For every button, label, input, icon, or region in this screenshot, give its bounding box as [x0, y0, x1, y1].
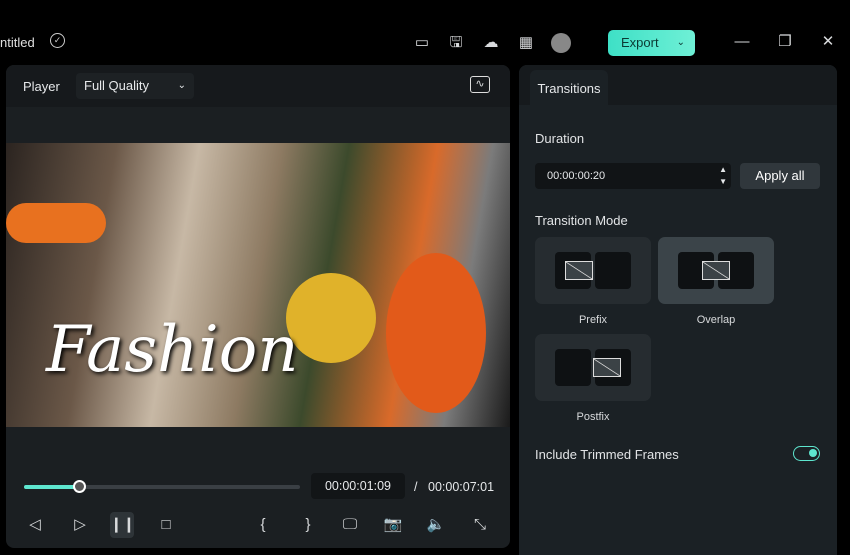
next-frame-icon[interactable]: ▷	[70, 515, 90, 535]
mode-prefix[interactable]	[535, 237, 651, 304]
mode-postfix[interactable]	[535, 334, 651, 401]
grid-icon[interactable]: ▦	[516, 33, 536, 53]
duration-input[interactable]: 00:00:00:20 ▲ ▼	[535, 163, 731, 189]
project-title: ntitled	[0, 35, 35, 50]
stepper-icon[interactable]: ▲ ▼	[719, 163, 727, 188]
mode-overlap[interactable]	[658, 237, 774, 304]
quality-value: Full Quality	[84, 78, 150, 93]
video-title-text: Fashion	[46, 313, 299, 387]
cloud-upload-icon[interactable]: ☁	[481, 33, 501, 53]
include-trimmed-label: Include Trimmed Frames	[535, 447, 679, 462]
avatar-icon[interactable]	[551, 33, 571, 53]
transition-mode-label: Transition Mode	[535, 213, 628, 228]
time-separator: /	[414, 480, 418, 494]
tab-transitions[interactable]: Transitions	[530, 70, 608, 105]
panel-tabs: Transitions	[519, 65, 837, 105]
pause-icon[interactable]: ❙❙	[110, 512, 135, 538]
seek-progress	[24, 485, 80, 489]
restore-icon[interactable]: ❐	[775, 32, 795, 52]
fullscreen-icon[interactable]: ⤡	[470, 515, 490, 535]
waveform-icon[interactable]: ∿	[470, 76, 490, 93]
saved-check-icon: ✓	[50, 33, 65, 48]
chevron-down-icon: ⌄	[177, 80, 186, 91]
mark-in-icon[interactable]: {	[253, 515, 273, 535]
export-label: Export	[621, 35, 659, 50]
mark-out-icon[interactable]: }	[298, 515, 318, 535]
include-trimmed-toggle[interactable]	[793, 446, 820, 461]
mode-overlap-label: Overlap	[696, 314, 736, 326]
apply-all-button[interactable]: Apply all	[740, 163, 820, 189]
player-header: Player Full Quality ⌄ ∿	[6, 65, 510, 107]
player-panel: Player Full Quality ⌄ ∿ Fashion 00:00:01:…	[6, 65, 510, 548]
duration-value: 00:00:00:20	[547, 170, 606, 182]
display-icon[interactable]: 🖵	[340, 515, 360, 535]
seek-handle[interactable]	[73, 480, 87, 493]
mode-prefix-label: Prefix	[578, 314, 608, 326]
chevron-down-icon: ⌄	[676, 37, 685, 48]
stop-icon[interactable]: □	[156, 515, 176, 535]
duration-label: Duration	[535, 131, 585, 146]
video-preview[interactable]: Fashion	[6, 143, 510, 427]
player-label: Player	[23, 79, 60, 94]
volume-icon[interactable]: 🔈	[426, 515, 446, 535]
current-time[interactable]: 00:00:01:09	[311, 473, 405, 499]
quality-select[interactable]: Full Quality ⌄	[76, 73, 194, 99]
close-icon[interactable]: ✕	[818, 32, 838, 52]
prev-frame-icon[interactable]: ◁	[25, 515, 45, 535]
snapshot-icon[interactable]: 📷	[383, 515, 403, 535]
transitions-panel: Transitions Duration 00:00:00:20 ▲ ▼ Apply…	[519, 65, 837, 555]
mode-postfix-label: Postfix	[576, 411, 610, 423]
save-icon[interactable]: 🖫	[446, 33, 466, 53]
seek-bar[interactable]	[24, 480, 300, 493]
layout-icon[interactable]: ▭	[412, 33, 432, 53]
total-time: 00:00:07:01	[428, 480, 495, 494]
minimize-icon[interactable]: —	[732, 32, 752, 52]
export-button[interactable]: Export ⌄	[608, 30, 695, 56]
